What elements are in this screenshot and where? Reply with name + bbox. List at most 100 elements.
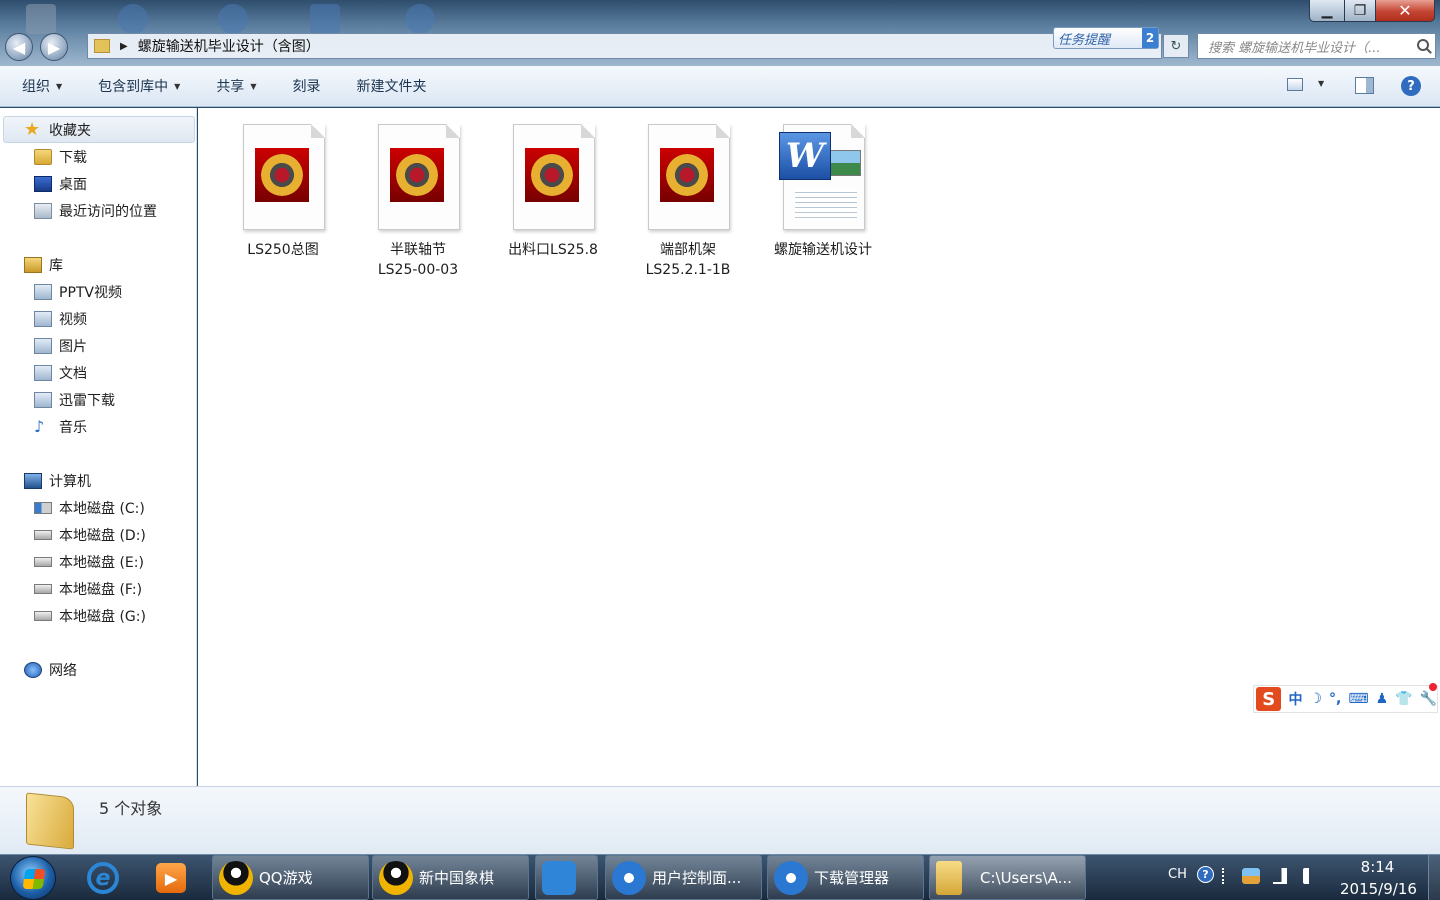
taskbar-item-explorer-window[interactable]: C:\Users\A... — [929, 855, 1086, 900]
nav-item-drive-d[interactable]: 本地磁盘 (D:) — [34, 523, 146, 547]
show-desktop-button[interactable] — [1428, 855, 1440, 900]
ime-toolbar[interactable]: S 中 ☽ °, ⌨ ♟ 👕 🔧 — [1253, 683, 1438, 713]
nav-item-drive-f[interactable]: 本地磁盘 (F:) — [34, 577, 142, 601]
search-icon[interactable] — [1417, 39, 1429, 51]
sogou-ime-logo-icon[interactable]: S — [1256, 687, 1282, 711]
refresh-button[interactable]: ↻ — [1163, 34, 1189, 58]
nav-item-desktop[interactable]: 桌面 — [34, 172, 87, 196]
organize-menu[interactable]: 组织 ▼ — [22, 76, 62, 96]
internet-explorer-icon: e — [87, 862, 119, 894]
nav-favorites-label: 收藏夹 — [49, 123, 91, 139]
nav-item-drive-g[interactable]: 本地磁盘 (G:) — [34, 604, 146, 628]
address-bar[interactable]: ▶ 螺旋输送机毕业设计（含图） — [87, 33, 1162, 59]
nav-item-recent-places[interactable]: 最近访问的位置 — [34, 199, 157, 223]
file-item[interactable]: 端部机架 LS25.2.1-1B — [623, 124, 753, 280]
close-button[interactable]: ✕ — [1375, 0, 1435, 22]
ime-mode-toggle[interactable]: 中 — [1288, 689, 1302, 709]
star-icon: ★ — [24, 119, 41, 140]
keyboard-icon[interactable]: ⌨ — [1348, 691, 1368, 707]
qq-icon — [379, 860, 413, 895]
maximize-button[interactable]: ❐ — [1344, 0, 1376, 22]
nav-item-drive-e[interactable]: 本地磁盘 (E:) — [34, 550, 144, 574]
file-item[interactable]: 半联轴节 LS25-00-03 — [353, 124, 483, 280]
nav-item-label: 下载 — [59, 150, 87, 166]
desktop-icon — [118, 4, 148, 34]
nav-item-documents[interactable]: 文档 — [34, 361, 87, 385]
taskbar-item-label: 用户控制面... — [652, 869, 742, 887]
nav-network[interactable]: 网络 — [24, 658, 77, 682]
nav-item-label: PPTV视频 — [59, 285, 123, 301]
word-document-icon: W — [779, 124, 865, 232]
punctuation-icon[interactable]: °, — [1329, 691, 1341, 707]
settings-wrench-icon[interactable]: 🔧 — [1420, 691, 1437, 707]
nav-item-label: 图片 — [59, 339, 87, 355]
user-icon[interactable]: ♟ — [1376, 691, 1389, 707]
help-icon[interactable]: ? — [1197, 866, 1214, 883]
burn-label: 刻录 — [292, 79, 321, 95]
nav-libraries[interactable]: 库 — [24, 253, 63, 277]
search-input[interactable]: 搜索 螺旋输送机毕业设计（... — [1197, 33, 1436, 59]
internet-explorer-button[interactable]: e — [78, 858, 128, 898]
file-name: 端部机架 LS25.2.1-1B — [645, 242, 731, 278]
skin-shirt-icon[interactable]: 👕 — [1395, 691, 1412, 707]
clock-date[interactable]: 2015/9/16 — [1340, 880, 1417, 898]
back-button[interactable]: ◀ — [5, 33, 33, 61]
breadcrumb-current-folder[interactable]: 螺旋输送机毕业设计（含图） — [138, 36, 320, 56]
volume-icon[interactable] — [1303, 868, 1321, 884]
file-name: LS250总图 — [247, 242, 319, 258]
share-menu[interactable]: 共享 ▼ — [216, 76, 256, 96]
burn-button[interactable]: 刻录 — [292, 76, 320, 96]
nav-item-pictures[interactable]: 图片 — [34, 334, 87, 358]
nav-item-videos[interactable]: 视频 — [34, 307, 87, 331]
nav-item-drive-c[interactable]: 本地磁盘 (C:) — [34, 496, 145, 520]
breadcrumb-arrow-icon[interactable]: ▶ — [120, 41, 128, 52]
pictures-library-icon — [34, 338, 52, 354]
nav-item-downloads[interactable]: 下载 — [34, 145, 87, 169]
cloud-icon — [542, 860, 576, 895]
taskbar-item-chinese-chess[interactable]: 新中国象棋 — [372, 855, 529, 900]
search-placeholder: 搜索 螺旋输送机毕业设计（... — [1208, 40, 1381, 56]
desktop-icon — [405, 4, 435, 34]
preview-pane-icon[interactable] — [1355, 77, 1374, 94]
drive-icon — [34, 557, 52, 567]
taskbar-item-label: 下载管理器 — [814, 869, 890, 887]
view-options-chevron-down-icon[interactable]: ▼ — [1318, 79, 1324, 88]
minimize-button[interactable]: ▁ — [1309, 0, 1345, 22]
language-indicator[interactable]: CH — [1168, 867, 1187, 882]
file-item[interactable]: LS250总图 — [218, 124, 348, 260]
nav-item-thunder-downloads[interactable]: 迅雷下载 — [34, 388, 115, 412]
taskbar-item-cloud[interactable] — [535, 855, 598, 900]
forward-button[interactable]: ▶ — [40, 33, 68, 61]
nav-computer[interactable]: 计算机 — [24, 469, 91, 493]
nav-item-label: 最近访问的位置 — [59, 204, 157, 220]
system-drive-icon — [34, 502, 52, 514]
taskbar-item-qq-games[interactable]: QQ游戏 — [212, 855, 369, 900]
task-remind-button[interactable]: 任务提醒 2 — [1053, 27, 1159, 49]
file-item[interactable]: W 螺旋输送机设计 — [758, 124, 888, 260]
network-signal-icon[interactable] — [1273, 868, 1287, 884]
desktop-icon — [310, 4, 340, 34]
taskbar-item-download-manager[interactable]: 下载管理器 — [767, 855, 924, 900]
show-hidden-icons-icon[interactable] — [1222, 868, 1230, 884]
include-in-library-menu[interactable]: 包含到库中 ▼ — [98, 76, 180, 96]
sogou-icon — [612, 860, 646, 895]
navigation-pane: ★ 收藏夹 下载 桌面 最近访问的位置 库 PPTV视频 视频 图片 文档 迅雷下… — [0, 108, 197, 786]
qq-tray-icon[interactable] — [1242, 868, 1260, 884]
nav-item-pptv-videos[interactable]: PPTV视频 — [34, 280, 122, 304]
help-icon[interactable]: ? — [1401, 76, 1421, 96]
cad-file-icon — [241, 124, 325, 232]
clock-time[interactable]: 8:14 — [1360, 858, 1395, 876]
nav-libraries-label: 库 — [49, 258, 63, 274]
taskbar-item-user-control-panel[interactable]: 用户控制面... — [605, 855, 762, 900]
new-folder-button[interactable]: 新建文件夹 — [356, 76, 426, 96]
start-button[interactable] — [10, 856, 56, 900]
nav-item-label: 迅雷下载 — [59, 393, 115, 409]
cad-file-icon — [511, 124, 595, 232]
nav-item-music[interactable]: ♪ 音乐 — [34, 415, 87, 439]
half-width-moon-icon[interactable]: ☽ — [1309, 691, 1322, 707]
nav-favorites[interactable]: ★ 收藏夹 — [24, 118, 91, 142]
network-icon — [24, 662, 42, 678]
media-player-button[interactable]: ▶ — [146, 858, 196, 898]
file-item[interactable]: 出料口LS25.8 — [488, 124, 618, 260]
change-view-icon[interactable] — [1287, 78, 1303, 91]
